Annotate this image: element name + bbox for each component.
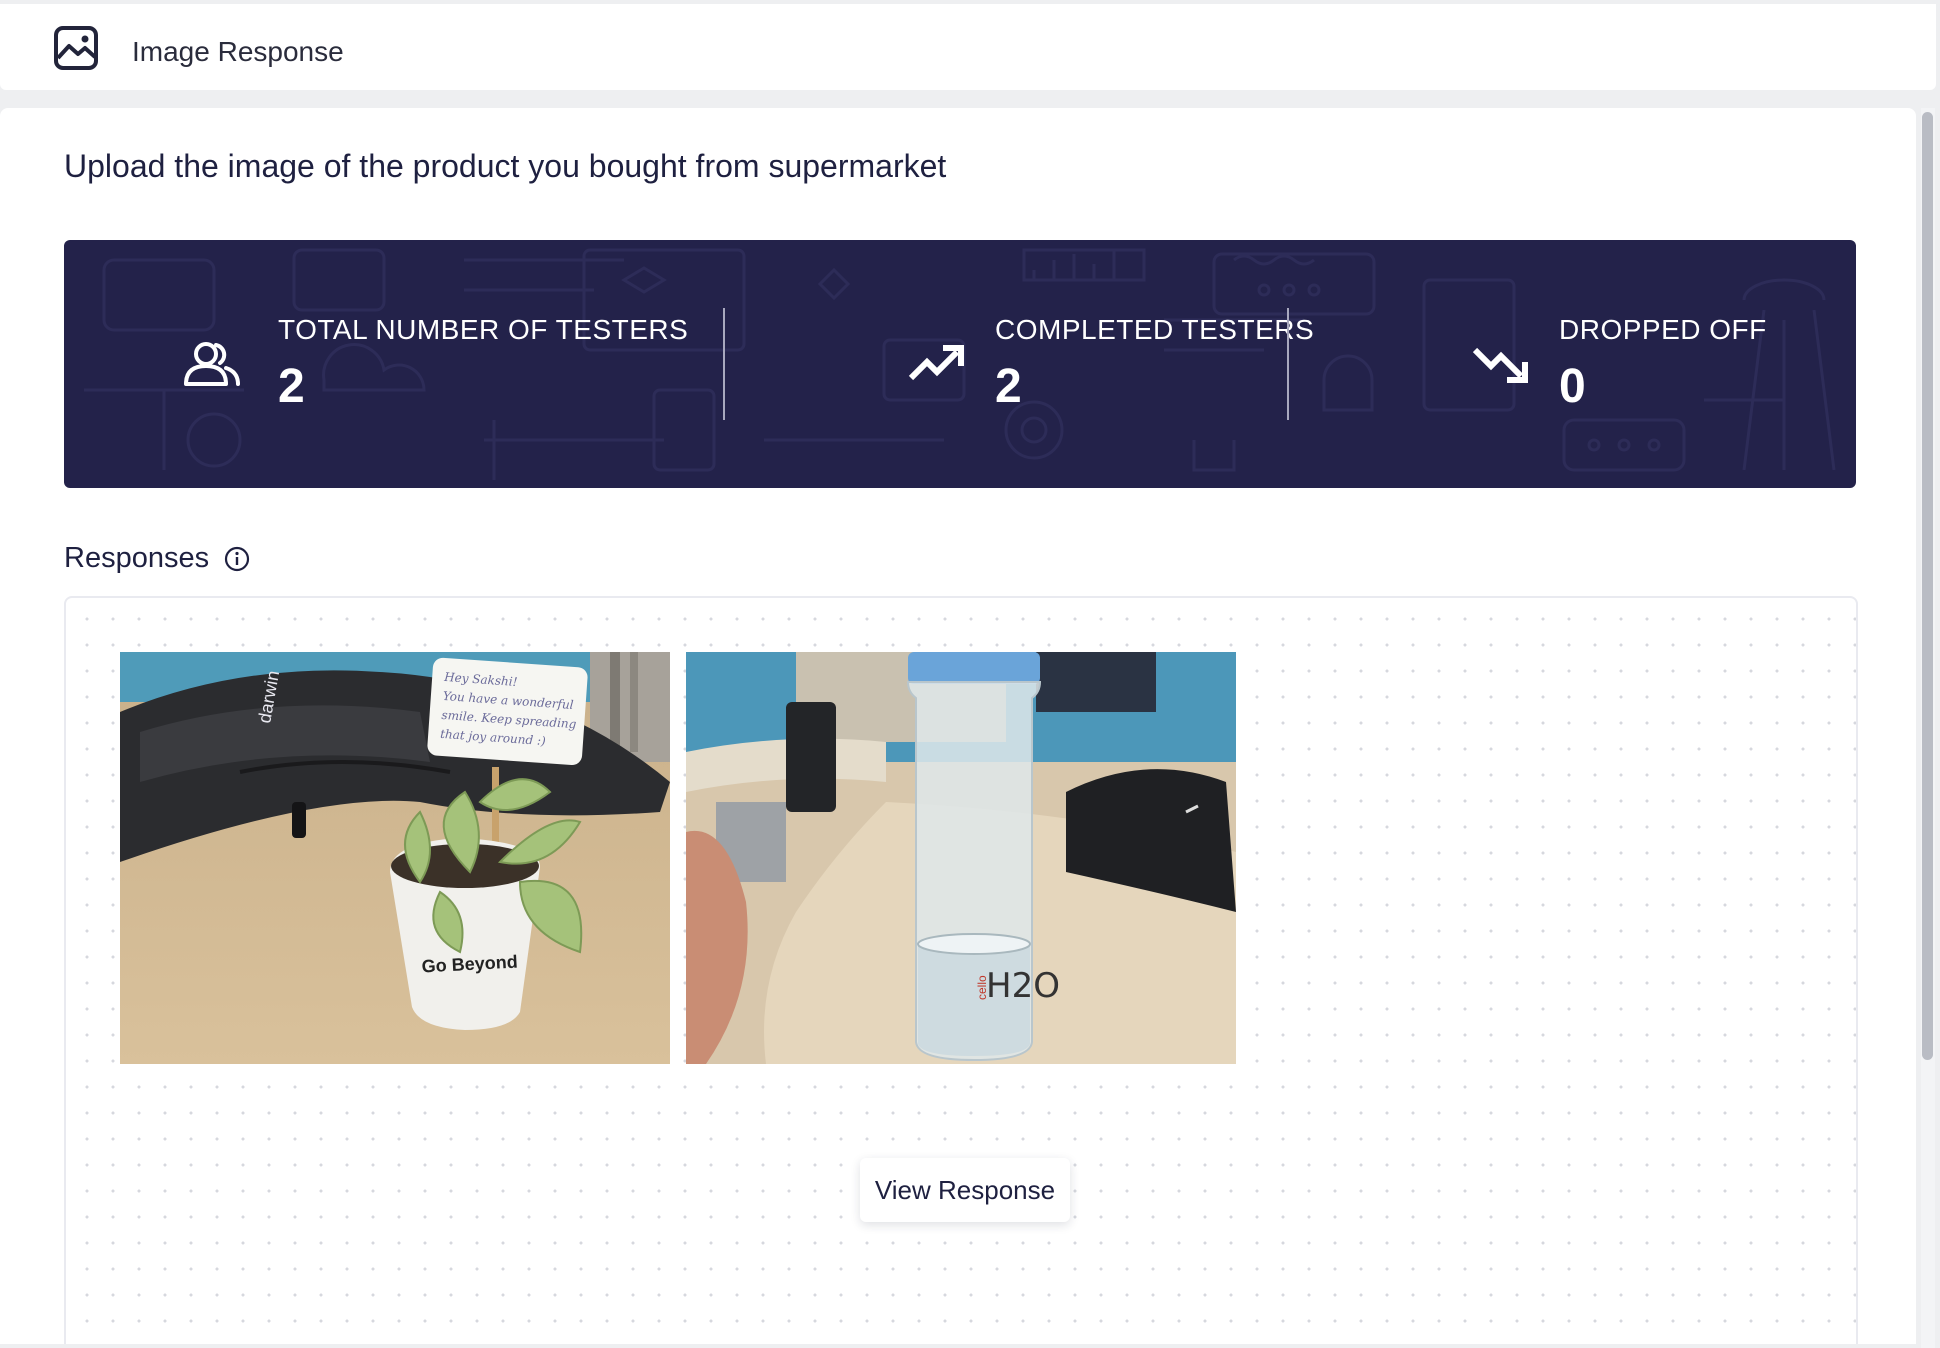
stats-banner: TOTAL NUMBER OF TESTERS 2 COMPLETED TEST… — [64, 240, 1856, 488]
stat-value: 2 — [278, 360, 305, 413]
stat-value: 2 — [995, 360, 1022, 413]
responses-title: Responses — [64, 542, 210, 574]
image-icon — [52, 24, 100, 72]
trend-down-icon — [1471, 340, 1531, 390]
page-title: Image Response — [132, 36, 344, 67]
stat-label: DROPPED OFF — [1559, 314, 1767, 345]
stat-completed-testers: COMPLETED TESTERS 2 — [725, 240, 1314, 488]
info-icon[interactable] — [224, 546, 250, 572]
users-icon — [182, 340, 242, 390]
stat-label: COMPLETED TESTERS — [995, 314, 1315, 345]
stat-total-testers: TOTAL NUMBER OF TESTERS 2 — [64, 240, 688, 488]
plant-pot-photo[interactable]: darwin Hey Sakshi! You have a wonderful … — [120, 652, 670, 1064]
main-panel: Upload the image of the product you boug… — [0, 108, 1916, 1344]
scrollbar-thumb[interactable] — [1922, 112, 1933, 1060]
bottle-brand: cello — [975, 975, 989, 1000]
top-bar: Image Response — [0, 4, 1936, 90]
stat-label: TOTAL NUMBER OF TESTERS — [278, 314, 689, 345]
stat-value: 0 — [1559, 360, 1586, 413]
view-response-button[interactable]: View Response — [860, 1158, 1070, 1222]
trend-up-icon — [907, 340, 967, 390]
question-text: Upload the image of the product you boug… — [64, 148, 947, 184]
water-bottle-photo[interactable]: H2O cello — [686, 652, 1236, 1064]
stat-dropped-off: DROPPED OFF 0 — [1289, 240, 1849, 488]
bottle-text: H2O — [986, 966, 1060, 1006]
